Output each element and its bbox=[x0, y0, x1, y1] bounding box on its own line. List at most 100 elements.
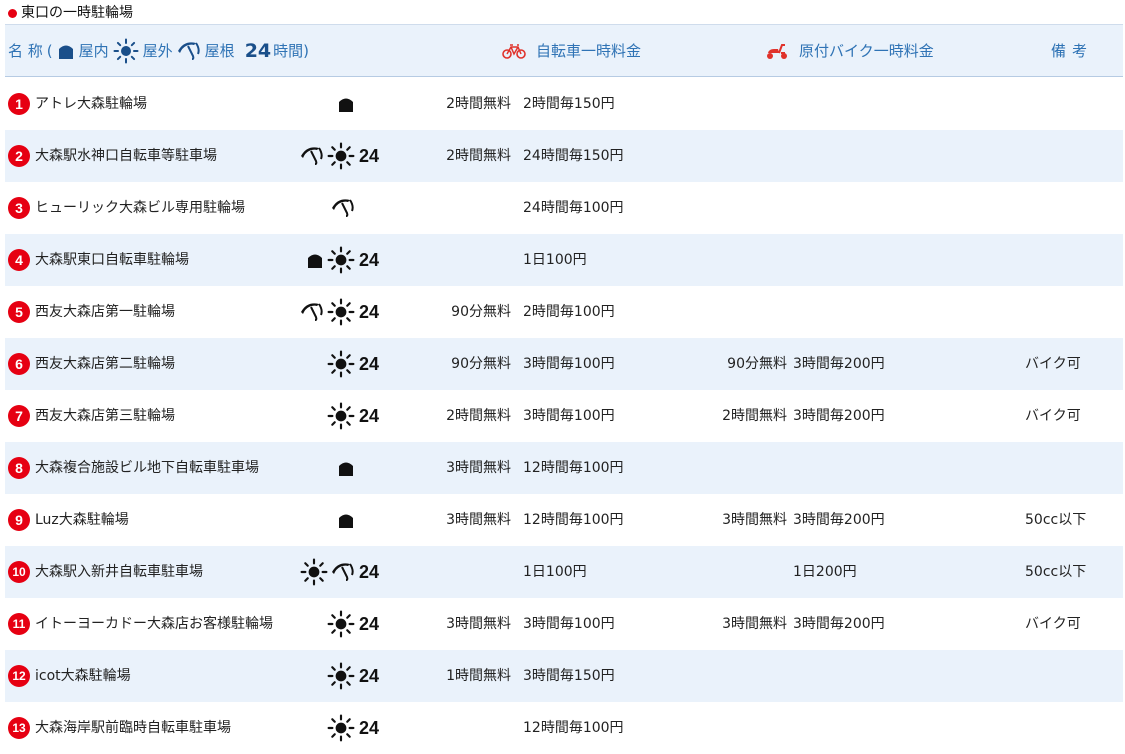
facility-icons bbox=[275, 650, 355, 702]
bicycle-free-time bbox=[355, 702, 511, 754]
sun-icon bbox=[327, 714, 355, 742]
bicycle-free-time: 1時間無料 bbox=[446, 668, 511, 684]
parking-name: 西友大森店第一駐輪場 bbox=[35, 304, 175, 320]
umbrella-icon bbox=[300, 301, 324, 323]
header-moped-label: 原付バイク一時料金 bbox=[799, 42, 934, 60]
row-number-badge: 6 bbox=[8, 353, 30, 375]
sun-icon bbox=[327, 662, 355, 690]
sun-icon bbox=[300, 558, 328, 586]
bicycle-fee: 3時間毎100円 bbox=[523, 408, 615, 424]
bicycle-free-time: 2時間無料 bbox=[446, 96, 511, 112]
table-row-5: 5 西友大森店第一駐輪場 24 90分無料 2時間毎100円 bbox=[5, 286, 1123, 338]
row-number-badge: 4 bbox=[8, 249, 30, 271]
facility-icons bbox=[275, 286, 355, 338]
table-row-6: 6 西友大森店第二駐輪場 24 90分無料 3時間毎100円 90分無料 3時間… bbox=[5, 338, 1123, 390]
notes: バイク可 bbox=[1025, 616, 1081, 632]
table-row-3: 3 ヒューリック大森ビル専用駐輪場 24時間毎100円 bbox=[5, 182, 1123, 234]
row-number-badge: 11 bbox=[8, 613, 30, 635]
facility-icons bbox=[275, 390, 355, 442]
notes: 50cc以下 bbox=[1025, 512, 1087, 528]
header-name-label: 名 称 bbox=[8, 42, 43, 60]
row-number-badge: 10 bbox=[8, 561, 30, 583]
parking-name: Luz大森駐輪場 bbox=[35, 512, 129, 528]
bicycle-free-time: 90分無料 bbox=[451, 304, 511, 320]
table-row-9: 9 Luz大森駐輪場 3時間無料 12時間毎100円 3時間無料 3時間毎200… bbox=[5, 494, 1123, 546]
header-roof-label: 屋根 bbox=[204, 42, 235, 60]
moped-free-time bbox=[645, 702, 787, 754]
header-notes-label: 備考 bbox=[1051, 42, 1094, 60]
facility-icons bbox=[275, 702, 355, 754]
moped-fee: 3時間毎200円 bbox=[793, 408, 885, 424]
table-header: 名 称 ( 屋内 屋外 屋根 24 時間) 自転車一時料金 原付バイク一時料金 … bbox=[5, 24, 1123, 77]
notes: バイク可 bbox=[1025, 356, 1081, 372]
facility-icons bbox=[275, 338, 355, 390]
notes: 50cc以下 bbox=[1025, 564, 1087, 580]
moped-fee: 3時間毎200円 bbox=[793, 356, 885, 372]
moped-free-time bbox=[645, 442, 787, 494]
facility-icons bbox=[275, 234, 355, 286]
sun-icon bbox=[113, 38, 139, 64]
header-indoor-label: 屋内 bbox=[78, 42, 109, 60]
parking-name: icot大森駐輪場 bbox=[35, 668, 131, 684]
bicycle-fee: 2時間毎150円 bbox=[523, 96, 615, 112]
bicycle-free-time bbox=[355, 546, 511, 598]
bicycle-fee: 12時間毎100円 bbox=[523, 460, 624, 476]
section-title-text: 東口の一時駐輪場 bbox=[21, 5, 133, 21]
moped-free-time bbox=[645, 546, 787, 598]
table-row-1: 1 アトレ大森駐輪場 2時間無料 2時間毎150円 bbox=[5, 78, 1123, 130]
bicycle-fee: 3時間毎100円 bbox=[523, 356, 615, 372]
bicycle-fee: 1日100円 bbox=[523, 252, 587, 268]
facility-icons bbox=[275, 598, 355, 650]
facility-icons bbox=[275, 182, 355, 234]
indoor-icon bbox=[337, 459, 355, 477]
bicycle-fee: 3時間毎100円 bbox=[523, 616, 615, 632]
bicycle-fee: 1日100円 bbox=[523, 564, 587, 580]
bicycle-free-time: 3時間無料 bbox=[446, 616, 511, 632]
bicycle-fee: 24時間毎100円 bbox=[523, 200, 624, 216]
bicycle-fee: 3時間毎150円 bbox=[523, 668, 615, 684]
header-name-column: 名 称 ( 屋内 屋外 屋根 24 時間) bbox=[8, 25, 309, 77]
bicycle-free-time: 3時間無料 bbox=[446, 460, 511, 476]
header-24-label: 24 bbox=[244, 40, 272, 62]
facility-icons bbox=[275, 442, 355, 494]
bicycle-free-time bbox=[355, 182, 511, 234]
bicycle-free-time: 90分無料 bbox=[451, 356, 511, 372]
bicycle-free-time: 2時間無料 bbox=[446, 408, 511, 424]
moped-free-time bbox=[645, 182, 787, 234]
row-number-badge: 9 bbox=[8, 509, 30, 531]
table-row-2: 2 大森駅水神口自転車等駐車場 24 2時間無料 24時間毎150円 bbox=[5, 130, 1123, 182]
parking-name: 西友大森店第三駐輪場 bbox=[35, 408, 175, 424]
indoor-icon bbox=[57, 42, 75, 60]
header-moped-column: 原付バイク一時料金 bbox=[765, 25, 934, 77]
row-number-badge: 5 bbox=[8, 301, 30, 323]
section-title: 東口の一時駐輪場 bbox=[8, 4, 133, 22]
header-outdoor-label: 屋外 bbox=[142, 42, 173, 60]
facility-icons bbox=[275, 494, 355, 546]
umbrella-icon bbox=[177, 40, 201, 62]
umbrella-icon bbox=[331, 561, 355, 583]
moped-free-time bbox=[645, 78, 787, 130]
parking-name: 大森駅水神口自転車等駐車場 bbox=[35, 148, 217, 164]
moped-fee: 3時間毎200円 bbox=[793, 616, 885, 632]
header-hours-suffix: 時間) bbox=[273, 42, 309, 60]
umbrella-icon bbox=[331, 197, 355, 219]
indoor-icon bbox=[337, 511, 355, 529]
indoor-icon bbox=[306, 251, 324, 269]
row-number-badge: 1 bbox=[8, 93, 30, 115]
scooter-icon bbox=[765, 42, 789, 60]
bicycle-fee: 2時間毎100円 bbox=[523, 304, 615, 320]
parking-name: 大森駅入新井自転車駐車場 bbox=[35, 564, 203, 580]
moped-fee: 1日200円 bbox=[793, 564, 857, 580]
parking-name: イトーヨーカドー大森店お客様駐輪場 bbox=[35, 616, 273, 632]
moped-free-time bbox=[645, 650, 787, 702]
facility-icons bbox=[275, 546, 355, 598]
bicycle-free-time bbox=[355, 234, 511, 286]
parking-name: 大森海岸駅前臨時自転車駐車場 bbox=[35, 720, 231, 736]
table-row-4: 4 大森駅東口自転車駐輪場 24 1日100円 bbox=[5, 234, 1123, 286]
moped-free-time: 3時間無料 bbox=[722, 512, 787, 528]
table-row-8: 8 大森複合施設ビル地下自転車駐車場 3時間無料 12時間毎100円 bbox=[5, 442, 1123, 494]
header-bicycle-label: 自転車一時料金 bbox=[536, 42, 642, 60]
bicycle-fee: 12時間毎100円 bbox=[523, 512, 624, 528]
red-dot-icon bbox=[8, 8, 17, 18]
parking-name: 大森複合施設ビル地下自転車駐車場 bbox=[35, 460, 259, 476]
